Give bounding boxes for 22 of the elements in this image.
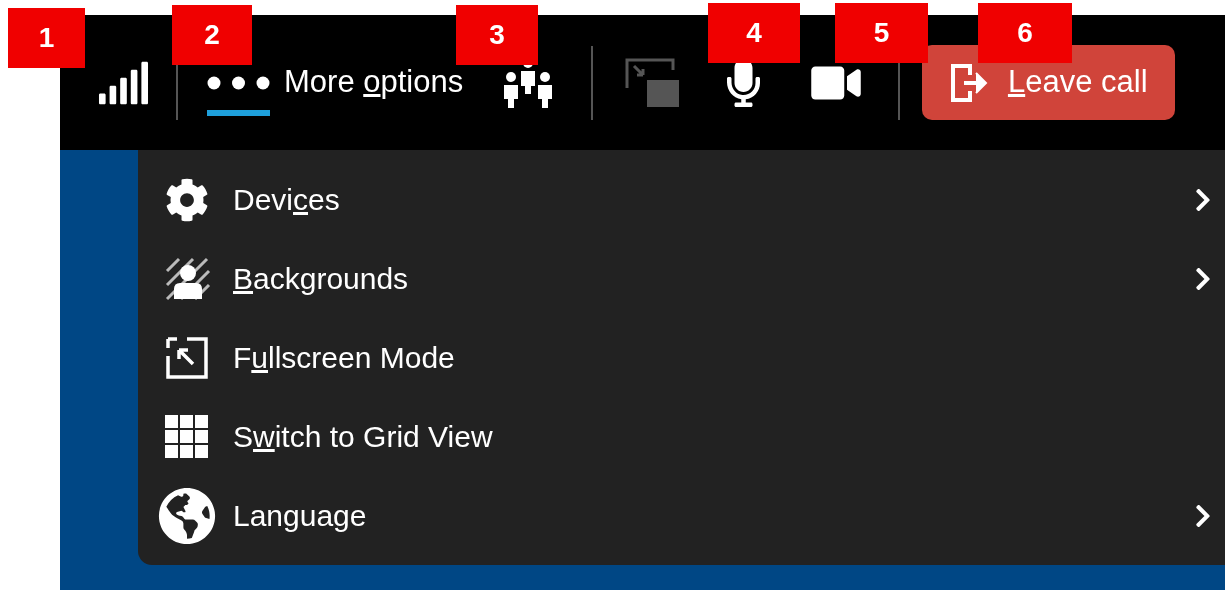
signal-icon: [97, 59, 150, 106]
menu-item[interactable]: Fullscreen Mode: [138, 318, 1225, 397]
number-badge: 3: [456, 5, 538, 65]
number-badge: 4: [708, 3, 800, 63]
person-background-icon: [165, 256, 211, 301]
menu-item[interactable]: Switch to Grid View: [138, 397, 1225, 476]
menu-item[interactable]: Backgrounds: [138, 239, 1225, 318]
number-badge: 2: [172, 5, 252, 65]
chevron-icon: [1193, 265, 1213, 292]
number-badge: 1: [8, 8, 85, 68]
chevron-icon: [1193, 186, 1213, 213]
number-badge: 5: [835, 3, 928, 63]
gear-icon: [165, 177, 209, 222]
fullscreen-icon: [165, 335, 209, 380]
grid-icon: [165, 414, 209, 459]
number-badge: 6: [978, 3, 1072, 63]
menu-item[interactable]: Devices: [138, 160, 1225, 239]
menu-item[interactable]: Language: [138, 476, 1225, 555]
ellipsis-icon: [207, 75, 270, 90]
leave-call-button[interactable]: Leave call: [922, 45, 1176, 120]
globe-icon: [158, 486, 216, 545]
chevron-icon: [1193, 502, 1213, 529]
